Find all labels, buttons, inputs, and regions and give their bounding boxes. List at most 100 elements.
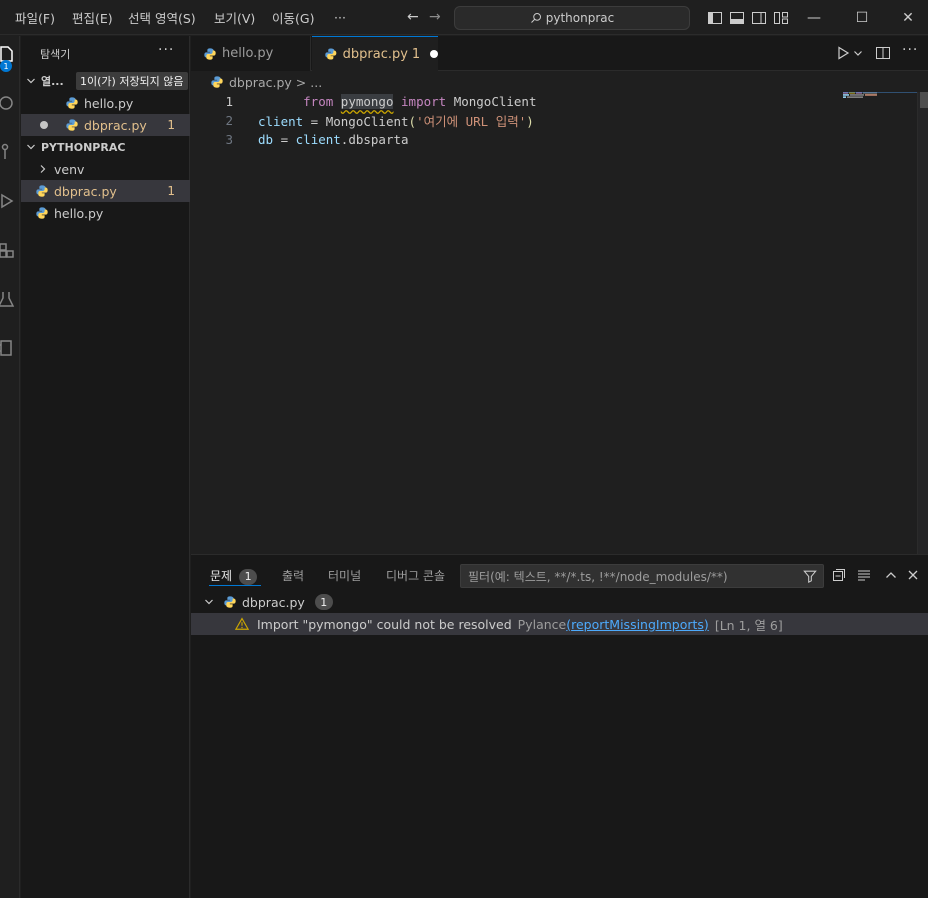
forward-arrow-icon[interactable]: →: [429, 9, 441, 25]
menu-file[interactable]: 파일(F): [15, 0, 55, 35]
unsaved-dot-icon[interactable]: [430, 50, 438, 58]
folder-header[interactable]: PYTHONPRAC: [21, 136, 190, 158]
problem-group-count: 1: [314, 594, 333, 610]
search-icon[interactable]: [0, 93, 16, 113]
folder-label: PYTHONPRAC: [41, 140, 126, 154]
problem-source: Pylance: [517, 616, 567, 632]
problem-count: 1: [167, 184, 175, 198]
code-editor[interactable]: 1 from pymongo import MongoClient 2 clie…: [191, 92, 917, 554]
python-file-icon: [211, 76, 223, 88]
unsaved-tooltip: 1이(가) 저장되지 않음: [76, 72, 188, 90]
minimap[interactable]: [843, 92, 917, 98]
run-debug-icon[interactable]: [0, 191, 16, 211]
menu-go[interactable]: 이동(G): [272, 0, 314, 35]
toggle-primary-sidebar-icon[interactable]: [707, 10, 723, 26]
panel-tab-problems-label: 문제: [210, 569, 233, 583]
problems-filter-input[interactable]: 필터(예: 텍스트, **/*.ts, !**/node_modules/**): [460, 564, 824, 588]
search-text: pythonprac: [545, 11, 615, 25]
collapse-all-icon[interactable]: [831, 567, 847, 583]
open-editor-hello[interactable]: hello.py: [21, 92, 190, 114]
chevron-right-icon: [35, 161, 51, 177]
code-token: MongoClient: [325, 114, 409, 129]
problem-row[interactable]: Import "pymongo" could not be resolved P…: [191, 613, 928, 635]
maximize-button[interactable]: ☐: [839, 0, 885, 35]
tab-dbprac[interactable]: dbprac.py 1: [312, 36, 438, 71]
python-file-icon: [66, 97, 78, 109]
menu-edit[interactable]: 편집(E): [72, 0, 113, 35]
code-line[interactable]: 2 client = MongoClient('여기에 URL 입력'): [191, 111, 891, 130]
close-panel-icon[interactable]: [905, 567, 921, 583]
back-arrow-icon[interactable]: ←: [407, 9, 419, 25]
code-token-warning[interactable]: pymongo: [340, 94, 394, 109]
tree-item-dbprac-label: dbprac.py: [54, 183, 117, 199]
editor-scrollbar[interactable]: [917, 92, 928, 554]
code-line[interactable]: 1 from pymongo import MongoClient: [191, 92, 891, 111]
minimize-button[interactable]: —: [791, 0, 837, 35]
open-editors-label: 열...: [41, 75, 64, 88]
problem-count: 1: [167, 118, 175, 132]
split-editor-icon[interactable]: [875, 45, 891, 61]
line-number: 2: [225, 113, 233, 128]
menu-view[interactable]: 보기(V): [214, 0, 255, 35]
chevron-down-icon[interactable]: [853, 45, 863, 61]
chevron-down-icon: [23, 139, 39, 155]
code-token: from: [303, 94, 334, 109]
filter-icon[interactable]: [803, 569, 817, 583]
code-token: '여기에 URL 입력': [416, 114, 527, 129]
panel-tab-problems[interactable]: 문제 1: [210, 567, 258, 585]
customize-layout-icon[interactable]: [773, 10, 789, 26]
command-center-search[interactable]: pythonprac: [454, 6, 690, 30]
close-window-button[interactable]: ✕: [885, 0, 928, 35]
activity-bar: 1: [0, 36, 20, 898]
line-number: 3: [225, 132, 233, 147]
scrollbar-thumb[interactable]: [920, 92, 928, 108]
run-file-icon[interactable]: [835, 45, 851, 61]
code-token: =: [303, 114, 326, 129]
bottom-panel: 문제 1 출력 터미널 디버그 콘솔 필터(예: 텍스트, **/*.ts, !*…: [191, 554, 928, 898]
problem-code-link[interactable]: (reportMissingImports): [566, 617, 709, 632]
python-file-icon: [224, 596, 236, 608]
panel-tab-terminal[interactable]: 터미널: [328, 567, 361, 584]
problem-location: [Ln 1, 열 6]: [714, 617, 783, 633]
problem-group-row[interactable]: dbprac.py 1: [191, 591, 928, 613]
editor-more-button[interactable]: ···: [902, 42, 922, 58]
toggle-secondary-sidebar-icon[interactable]: [751, 10, 767, 26]
active-tab-indicator: [209, 585, 261, 586]
sidebar-more-button[interactable]: ···: [158, 42, 174, 58]
open-editor-hello-label: hello.py: [84, 95, 134, 111]
menu-selection[interactable]: 선택 영역(S): [128, 0, 196, 35]
python-file-icon: [36, 185, 48, 197]
remote-explorer-icon[interactable]: [0, 338, 16, 358]
menu-more-button[interactable]: ···: [334, 0, 346, 35]
sidebar-title: 탐색기: [40, 48, 71, 61]
open-editor-dbprac[interactable]: dbprac.py 1: [21, 114, 190, 136]
chevron-down-icon: [201, 594, 217, 610]
code-token: ): [526, 114, 534, 129]
tree-item-dbprac[interactable]: dbprac.py 1: [21, 180, 190, 202]
warning-icon: [235, 617, 249, 630]
source-control-icon[interactable]: [0, 142, 16, 162]
problems-badge: 1: [239, 568, 258, 585]
tab-hello-label: hello.py: [222, 46, 274, 61]
panel-tab-output[interactable]: 출력: [282, 567, 304, 584]
search-icon: [530, 13, 541, 23]
maximize-panel-icon[interactable]: [883, 567, 899, 583]
testing-icon[interactable]: [0, 289, 16, 309]
tab-hello[interactable]: hello.py: [191, 36, 311, 71]
toggle-panel-icon[interactable]: [729, 10, 745, 26]
tree-item-venv[interactable]: venv: [21, 158, 190, 180]
python-file-icon: [36, 207, 48, 219]
code-token: client: [295, 132, 341, 147]
view-as-list-icon[interactable]: [856, 567, 872, 583]
code-line[interactable]: 3 db = client.dbsparta: [191, 130, 891, 149]
title-bar: 파일(F) 편집(E) 선택 영역(S) 보기(V) 이동(G) ··· ← →…: [0, 0, 928, 35]
tab-problem-count: 1: [411, 46, 421, 62]
tree-item-hello-label: hello.py: [54, 205, 104, 221]
extensions-icon[interactable]: [0, 240, 16, 260]
code-token: client: [258, 114, 304, 129]
tree-item-hello[interactable]: hello.py: [21, 202, 190, 224]
python-file-icon: [204, 47, 216, 60]
python-file-icon: [325, 48, 337, 60]
unsaved-dot-icon[interactable]: [40, 121, 48, 129]
panel-tab-debug-console[interactable]: 디버그 콘솔: [386, 567, 445, 584]
